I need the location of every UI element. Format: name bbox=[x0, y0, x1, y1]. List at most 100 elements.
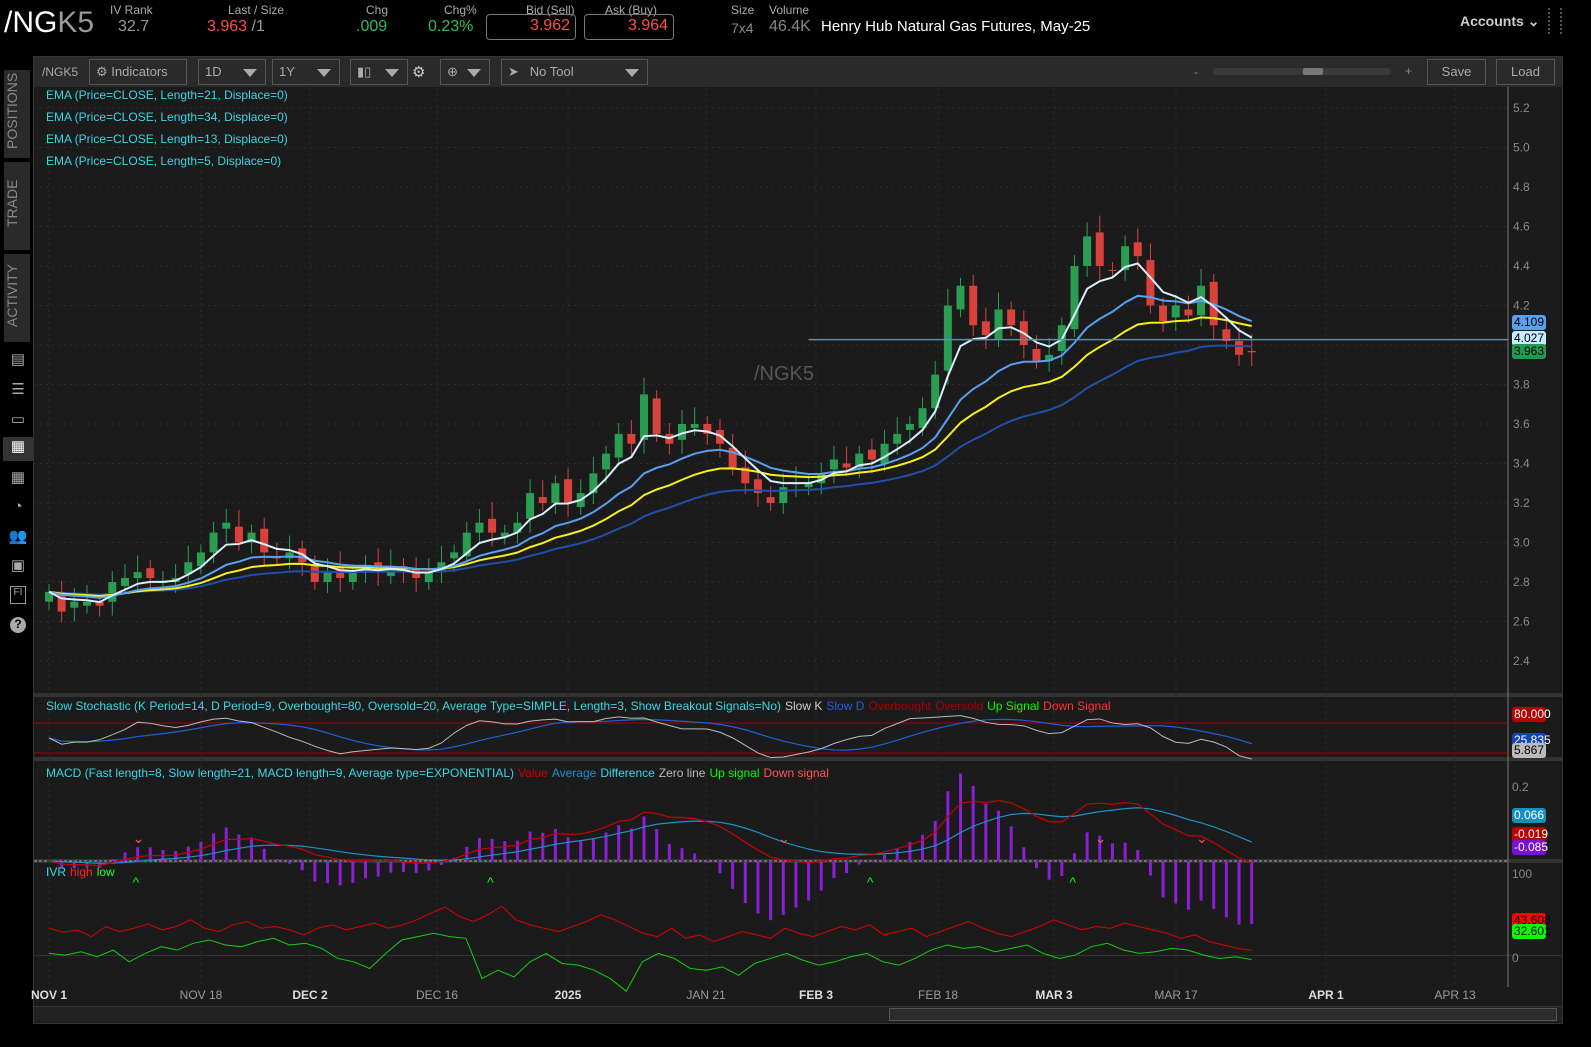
help-icon[interactable]: ? bbox=[10, 617, 26, 633]
chevron-down-icon: ⌄ bbox=[1527, 13, 1540, 29]
ema21-legend[interactable]: EMA (Price=CLOSE, Length=21, Displace=0) bbox=[46, 88, 288, 102]
macd-histogram-bar bbox=[313, 861, 317, 882]
up-signal-icon: ^ bbox=[1069, 874, 1076, 890]
y-tick-label: 4.8 bbox=[1513, 180, 1530, 194]
macd-average-tag: 0.066 bbox=[1512, 808, 1546, 823]
macd-histogram-bar bbox=[224, 827, 228, 861]
range-select[interactable]: 1Y bbox=[272, 59, 340, 85]
chart-symbol: /NGK5 bbox=[42, 65, 79, 79]
monitor-chart-icon[interactable]: ▤ bbox=[8, 350, 28, 368]
price-chart[interactable]: 5.25.04.84.64.44.24.03.83.63.43.23.02.82… bbox=[34, 87, 1562, 1023]
y-tick-label: 5.2 bbox=[1513, 101, 1530, 115]
down-signal-icon: ⌄ bbox=[1196, 830, 1208, 846]
macd-histogram-bar bbox=[857, 861, 861, 865]
fixed-income-icon[interactable]: FI bbox=[10, 586, 26, 604]
contract-description: Henry Hub Natural Gas Futures, May-25 bbox=[821, 18, 1091, 35]
chevron-down-icon bbox=[625, 69, 639, 77]
chart-style-select[interactable]: ▮▯ bbox=[350, 59, 408, 85]
chevron-down-icon bbox=[385, 69, 399, 77]
legend-down-signal: Down signal bbox=[763, 766, 829, 780]
zoom-slider-thumb[interactable] bbox=[1303, 68, 1323, 75]
indicators-label: Indicators bbox=[111, 64, 168, 79]
candle-body bbox=[1083, 236, 1092, 266]
accounts-menu[interactable]: Accounts ⌄ bbox=[1460, 13, 1539, 30]
drawing-tool-select[interactable]: ➤ No Tool bbox=[501, 59, 648, 85]
macd-histogram-bar bbox=[705, 861, 709, 863]
zoom-slider[interactable] bbox=[1213, 68, 1391, 75]
people-icon[interactable]: 👥 bbox=[8, 527, 28, 545]
ask-button[interactable]: 3.964 bbox=[584, 14, 674, 40]
calendar-icon[interactable]: ▣ bbox=[8, 556, 28, 574]
candle-body bbox=[766, 497, 775, 503]
zoom-out-button[interactable]: - bbox=[1194, 65, 1198, 79]
x-tick-label: MAR 17 bbox=[1154, 988, 1198, 1002]
tab-positions[interactable]: POSITIONS bbox=[4, 70, 30, 158]
ema13-legend[interactable]: EMA (Price=CLOSE, Length=13, Displace=0) bbox=[46, 132, 288, 146]
ema34-legend[interactable]: EMA (Price=CLOSE, Length=34, Displace=0) bbox=[46, 110, 288, 124]
candle-body bbox=[1159, 305, 1168, 322]
candle-body bbox=[1032, 348, 1041, 361]
horizontal-scrollbar[interactable] bbox=[34, 1006, 1562, 1022]
candle-body bbox=[234, 526, 243, 543]
candle-body bbox=[209, 532, 218, 553]
drag-handle-icon[interactable] bbox=[1548, 8, 1562, 34]
settings-gear-icon[interactable]: ⚙ bbox=[412, 63, 425, 81]
ema5-legend[interactable]: EMA (Price=CLOSE, Length=5, Displace=0) bbox=[46, 154, 281, 168]
macd-histogram-bar bbox=[667, 843, 671, 861]
aggregation-select[interactable]: 1D bbox=[198, 59, 266, 85]
macd-histogram-bar bbox=[1250, 861, 1254, 925]
bid-button[interactable]: 3.962 bbox=[486, 14, 576, 40]
macd-histogram-bar bbox=[288, 861, 292, 864]
macd-legend[interactable]: MACD (Fast length=8, Slow length=21, MAC… bbox=[46, 766, 829, 780]
list-icon[interactable]: ☰ bbox=[8, 380, 28, 398]
down-signal-icon: ⌄ bbox=[778, 830, 790, 846]
symbol-root: /NG bbox=[4, 6, 58, 39]
scrollbar-thumb[interactable] bbox=[889, 1008, 1557, 1021]
up-signal-icon: ^ bbox=[867, 874, 874, 890]
candle-body bbox=[450, 552, 459, 559]
candle-body bbox=[538, 497, 547, 503]
macd-histogram-bar bbox=[743, 861, 747, 904]
grid-icon[interactable]: ▦ bbox=[8, 468, 28, 486]
gauge-icon: ⚙ bbox=[96, 64, 108, 79]
indicators-button[interactable]: ⚙ Indicators bbox=[89, 59, 187, 85]
volume-label: Volume bbox=[769, 3, 810, 17]
tab-trade[interactable]: TRADE bbox=[4, 162, 30, 250]
candle-body bbox=[614, 433, 623, 458]
y-tick-label: 2.4 bbox=[1513, 654, 1530, 668]
tab-activity[interactable]: ACTIVITY bbox=[4, 254, 30, 342]
zoom-in-button[interactable]: + bbox=[1405, 64, 1412, 78]
y-tick-label: 3.6 bbox=[1513, 417, 1530, 431]
tv-icon[interactable]: ▭ bbox=[8, 410, 28, 428]
macd-histogram-bar bbox=[262, 848, 266, 861]
macd-histogram-bar bbox=[971, 785, 975, 861]
macd-histogram-bar bbox=[617, 825, 621, 861]
candle-body bbox=[842, 463, 851, 468]
macd-histogram-bar bbox=[731, 861, 735, 889]
ivr-title: IVR bbox=[46, 865, 67, 879]
y-tick-label: 4.2 bbox=[1513, 299, 1530, 313]
gauge-icon[interactable]: ◔ bbox=[8, 498, 28, 516]
candle-body bbox=[1108, 269, 1117, 271]
candle-body bbox=[1235, 341, 1244, 355]
load-button[interactable]: Load bbox=[1496, 59, 1555, 85]
candle-body bbox=[829, 459, 838, 470]
charts-icon[interactable]: ▦ bbox=[3, 437, 33, 461]
down-signal-icon: ⌄ bbox=[1095, 830, 1107, 846]
symbol-title[interactable]: /NGK5 bbox=[4, 6, 94, 40]
stochastic-legend[interactable]: Slow Stochastic (K Period=14, D Period=9… bbox=[46, 699, 1111, 713]
save-button[interactable]: Save bbox=[1427, 59, 1486, 85]
panel-divider bbox=[34, 693, 1562, 697]
macd-histogram-bar bbox=[351, 861, 355, 883]
chart-panel: /NGK5 ⚙ Indicators 1D 1Y ▮▯ ⚙ ⊕ ➤ No Too… bbox=[31, 56, 1563, 1024]
candle-body bbox=[969, 285, 978, 326]
y-tick-label: 3.4 bbox=[1513, 457, 1530, 471]
drawing-style-select[interactable]: ⊕ bbox=[440, 59, 490, 85]
ivr-legend[interactable]: IVR high low bbox=[46, 865, 115, 879]
candle-body bbox=[424, 572, 433, 582]
macd-histogram-bar bbox=[148, 847, 152, 861]
macd-histogram-bar bbox=[1022, 847, 1026, 861]
aggregation-value: 1D bbox=[205, 64, 222, 79]
candle-body bbox=[488, 518, 497, 533]
x-tick-label: APR 13 bbox=[1434, 988, 1476, 1002]
